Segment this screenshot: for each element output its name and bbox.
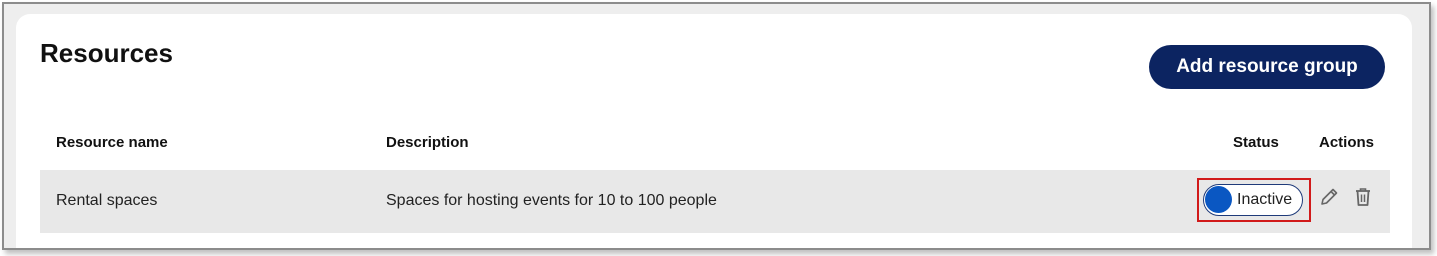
resource-name-cell: Rental spaces [56,192,158,209]
table-row: Rental spaces Spaces for hosting events … [40,170,1390,233]
delete-button[interactable] [1350,186,1376,212]
page-title: Resources [40,38,173,68]
column-header-description: Description [386,134,469,151]
status-toggle[interactable]: Inactive [1203,184,1303,216]
resources-card: Resources Add resource group Resource na… [16,14,1412,248]
add-resource-group-button[interactable]: Add resource group [1149,45,1385,89]
edit-button[interactable] [1316,186,1342,212]
pencil-icon [1318,186,1340,213]
screenshot-frame: Resources Add resource group Resource na… [2,2,1431,250]
description-cell: Spaces for hosting events for 10 to 100 … [386,192,717,209]
status-toggle-label: Inactive [1237,191,1293,208]
column-header-status: Status [1233,134,1279,151]
column-header-actions: Actions [1319,134,1375,151]
trash-icon [1352,186,1374,213]
toggle-knob [1205,186,1232,213]
column-header-resource-name: Resource name [56,134,168,151]
